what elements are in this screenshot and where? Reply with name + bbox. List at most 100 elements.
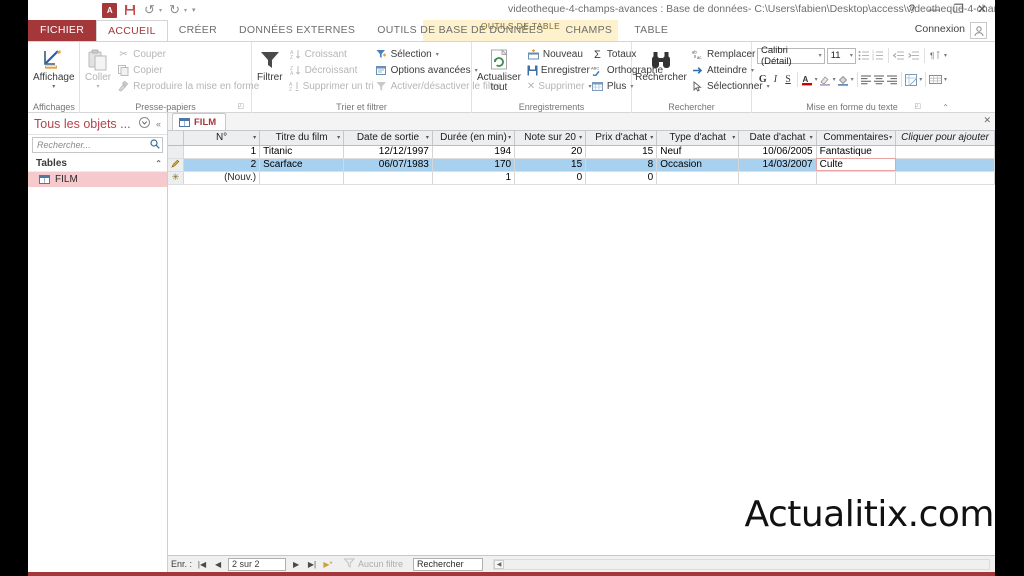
cell-commentaires-editing[interactable]: Culte <box>816 158 896 171</box>
column-header-numero[interactable]: N°▾ <box>184 131 260 145</box>
cell-prix-dachat[interactable]: 15 <box>586 145 657 158</box>
cell-duree[interactable]: 194 <box>432 145 514 158</box>
cell-titre-du-film[interactable]: Titanic <box>260 145 344 158</box>
cell-type-dachat[interactable]: Neuf <box>657 145 739 158</box>
access-app-icon[interactable]: A <box>102 3 117 18</box>
document-tab-film[interactable]: FILM <box>172 113 226 130</box>
tab-creer[interactable]: CRÉER <box>168 20 228 41</box>
last-record-button[interactable]: ▶| <box>306 560 318 569</box>
cut-button[interactable]: ✂ Couper <box>115 47 261 62</box>
cell-note-sur-20[interactable]: 0 <box>515 171 586 184</box>
previous-record-button[interactable]: ◀ <box>212 560 224 569</box>
chevron-down-icon[interactable]: ▾ <box>810 134 813 141</box>
cell-numero[interactable]: 2 <box>184 158 260 171</box>
scroll-thumb[interactable] <box>504 560 989 569</box>
horizontal-scrollbar[interactable]: ◀ <box>493 559 990 570</box>
tab-champs[interactable]: CHAMPS <box>554 20 623 41</box>
chevron-up-icon[interactable]: ⌃ <box>155 159 162 168</box>
tab-accueil[interactable]: ACCUEIL <box>96 20 168 41</box>
search-icon[interactable] <box>150 139 160 152</box>
view-button[interactable]: Affichage ▾ <box>33 45 75 91</box>
font-size-combo[interactable]: 11 ▾ <box>827 48 856 64</box>
sort-ascending-button[interactable]: AZ Croissant <box>287 47 369 62</box>
gridlines-button[interactable] <box>929 72 942 87</box>
cell-note-sur-20[interactable]: 15 <box>515 158 586 171</box>
align-right-button[interactable] <box>886 72 898 87</box>
tab-donnees-externes[interactable]: DONNÉES EXTERNES <box>228 20 366 41</box>
mise-en-forme-dialog-launcher-icon[interactable]: ◰ <box>914 101 921 113</box>
cell-duree[interactable]: 1 <box>432 171 514 184</box>
table-row-new[interactable]: ✳ (Nouv.) 1 0 0 <box>168 171 995 184</box>
column-header-prix-dachat[interactable]: Prix d'achat▾ <box>586 131 657 145</box>
font-name-combo[interactable]: Calibri (Détail) ▾ <box>757 48 825 64</box>
column-header-commentaires[interactable]: Commentaires▾ <box>816 131 896 145</box>
font-color-button[interactable]: A <box>801 72 813 87</box>
cell-date-de-sortie[interactable]: 06/07/1983 <box>344 158 433 171</box>
row-selector-editing[interactable] <box>168 158 184 171</box>
font-color-dropdown-icon[interactable]: ▾ <box>815 76 818 83</box>
navigation-search-input[interactable]: Rechercher... <box>37 140 150 150</box>
text-direction-dropdown-icon[interactable]: ▾ <box>944 52 947 59</box>
cell-titre-du-film[interactable]: Scarface <box>260 158 344 171</box>
cell-date-de-sortie[interactable] <box>344 171 433 184</box>
save-icon[interactable] <box>122 3 137 18</box>
delete-record-button[interactable]: ✕ Supprimer ▾ <box>525 79 585 94</box>
cell-date-dachat[interactable] <box>739 171 816 184</box>
presse-papiers-dialog-launcher-icon[interactable]: ◰ <box>237 101 244 113</box>
add-new-field-header[interactable]: Cliquer pour ajouter <box>896 131 995 145</box>
cell-prix-dachat[interactable]: 8 <box>586 158 657 171</box>
tab-fichier[interactable]: FICHIER <box>28 20 96 41</box>
filter-button[interactable]: Filtrer <box>257 45 283 83</box>
gridlines-dropdown-icon[interactable]: ▾ <box>944 76 947 83</box>
tab-outils-base-de-donnees[interactable]: OUTILS DE BASE DE DONNÉES <box>366 20 554 41</box>
decrease-indent-button[interactable] <box>893 48 905 63</box>
view-dropdown-icon[interactable]: ▾ <box>52 84 55 91</box>
refresh-all-button[interactable]: Actualiser tout <box>477 45 521 93</box>
navigation-search-box[interactable]: Rechercher... <box>32 137 163 153</box>
column-header-date-de-sortie[interactable]: Date de sortie▾ <box>344 131 433 145</box>
navigation-item-film[interactable]: FILM <box>28 172 167 187</box>
new-record-button[interactable]: Nouveau <box>525 47 585 62</box>
chevron-down-icon[interactable]: ▾ <box>253 134 256 141</box>
chevron-down-icon[interactable]: ▾ <box>650 134 653 141</box>
cell-type-dachat[interactable] <box>657 171 739 184</box>
underline-button[interactable]: S <box>782 72 794 87</box>
column-header-type-dachat[interactable]: Type d'achat▾ <box>657 131 739 145</box>
datasheet-format-dropdown-icon[interactable]: ▾ <box>919 76 922 83</box>
text-direction-button[interactable]: ¶ <box>929 48 941 63</box>
close-object-icon[interactable]: ✕ <box>983 115 991 126</box>
align-left-button[interactable] <box>860 72 872 87</box>
table-row[interactable]: 2 Scarface 06/07/1983 170 15 8 Occasion … <box>168 158 995 171</box>
chevron-down-icon[interactable]: ▾ <box>337 134 340 141</box>
chevron-down-icon[interactable]: ▾ <box>426 134 429 141</box>
first-record-button[interactable]: |◀ <box>196 560 208 569</box>
datasheet-search-input[interactable]: Rechercher <box>413 558 483 571</box>
fill-color-button[interactable] <box>837 72 849 87</box>
cell-commentaires[interactable] <box>816 171 896 184</box>
redo-dropdown-icon[interactable]: ▾ <box>184 7 187 14</box>
tab-table[interactable]: TABLE <box>623 20 679 41</box>
cell-note-sur-20[interactable]: 20 <box>515 145 586 158</box>
undo-dropdown-icon[interactable]: ▾ <box>159 7 162 14</box>
datasheet-format-button[interactable] <box>905 72 917 87</box>
chevron-down-icon[interactable]: ▾ <box>889 134 892 141</box>
column-header-date-dachat[interactable]: Date d'achat▾ <box>739 131 816 145</box>
table-row[interactable]: 1 Titanic 12/12/1997 194 20 15 Neuf 10/0… <box>168 145 995 158</box>
find-button[interactable]: Rechercher <box>637 45 685 83</box>
italic-button[interactable]: I <box>770 72 782 87</box>
cell-titre-du-film[interactable] <box>260 171 344 184</box>
cell-date-de-sortie[interactable]: 12/12/1997 <box>344 145 433 158</box>
highlight-color-button[interactable] <box>819 72 831 87</box>
customize-qat-icon[interactable]: ▾ <box>192 6 196 14</box>
cell-type-dachat[interactable]: Occasion <box>657 158 739 171</box>
user-avatar-icon[interactable] <box>970 22 987 39</box>
navigation-menu-icon[interactable] <box>136 117 153 130</box>
chevron-down-icon[interactable]: ▾ <box>508 134 511 141</box>
redo-icon[interactable]: ↻ <box>167 3 182 18</box>
undo-icon[interactable]: ↺ <box>142 3 157 18</box>
numbering-button[interactable]: 123 <box>872 48 884 63</box>
paste-button[interactable]: Coller ▾ <box>85 45 111 91</box>
highlight-dropdown-icon[interactable]: ▾ <box>833 76 836 83</box>
save-record-button[interactable]: Enregistrer <box>525 63 585 78</box>
column-header-duree[interactable]: Durée (en min)▾ <box>432 131 514 145</box>
